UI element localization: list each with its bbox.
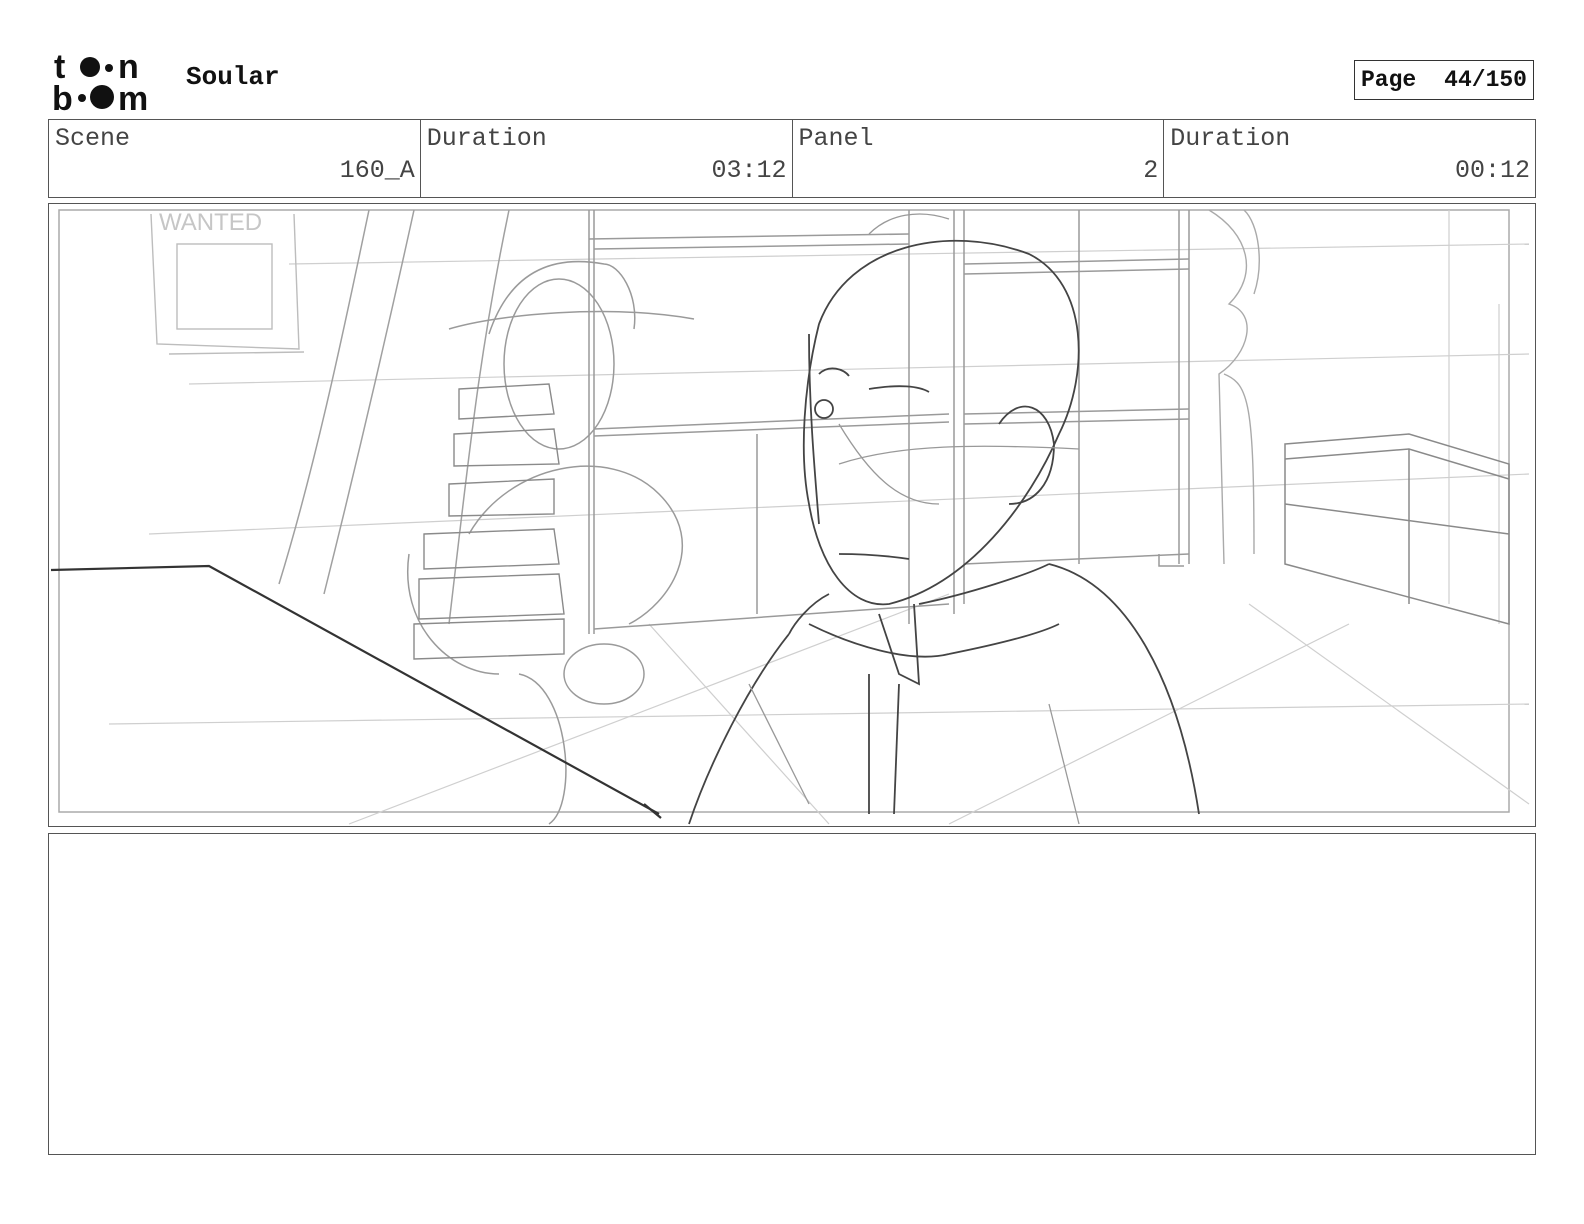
- panel-duration-label: Duration: [1170, 124, 1291, 153]
- scene-cell: Scene 160_A: [49, 120, 421, 197]
- panel-notes-box[interactable]: [48, 833, 1536, 1155]
- sketch-sign-text: WANTED: [159, 209, 262, 236]
- panel-sketch: WANTED: [50, 209, 1530, 825]
- toon-boom-logo: t n b m: [52, 50, 148, 112]
- page-label: Page: [1361, 67, 1417, 93]
- project-title: Soular: [186, 62, 280, 92]
- scene-duration-cell: Duration 03:12: [421, 120, 793, 197]
- panel-duration-value: 00:12: [1454, 156, 1530, 185]
- panel-label: Panel: [798, 124, 874, 153]
- storyboard-panel: WANTED: [48, 203, 1536, 827]
- scene-value: 160_A: [339, 156, 415, 185]
- svg-text:b: b: [52, 80, 73, 112]
- scene-duration-value: 03:12: [711, 156, 787, 185]
- scene-label: Scene: [55, 124, 131, 153]
- panel-value: 2: [1143, 156, 1159, 185]
- panel-duration-cell: Duration 00:12: [1164, 120, 1535, 197]
- page-indicator: Page 44/150: [1354, 60, 1534, 100]
- scene-duration-label: Duration: [426, 124, 547, 153]
- scene-info-table: Scene 160_A Duration 03:12 Panel 2 Durat…: [48, 119, 1536, 198]
- svg-text:m: m: [118, 80, 148, 112]
- page-number: 44/150: [1444, 67, 1527, 93]
- panel-cell: Panel 2: [793, 120, 1165, 197]
